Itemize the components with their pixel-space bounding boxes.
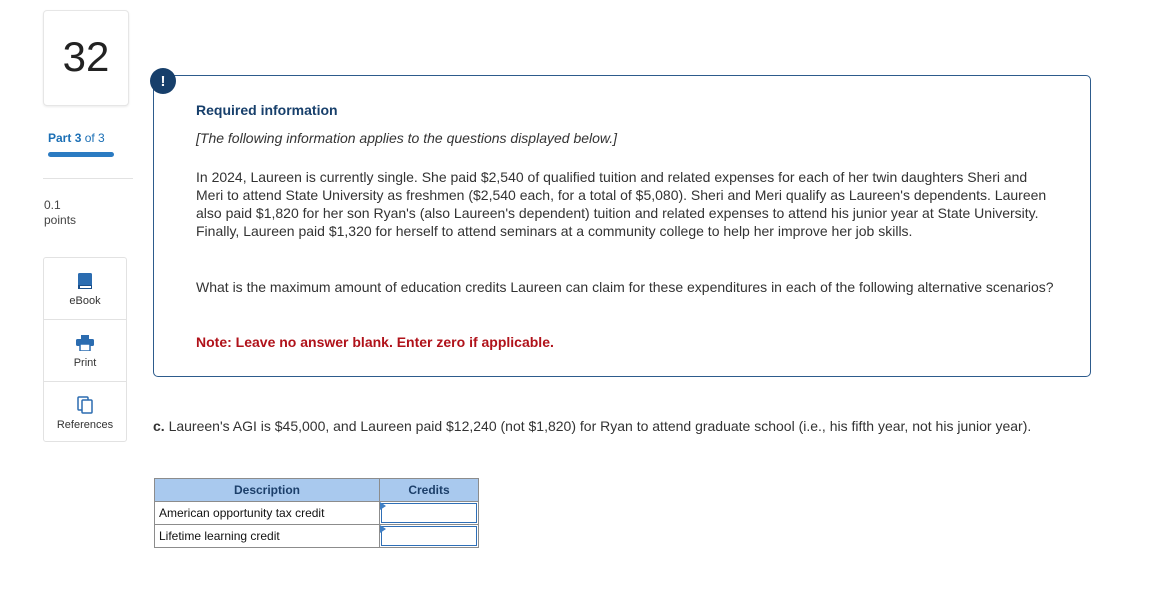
alert-icon: ! <box>150 68 176 94</box>
input-marker-icon <box>380 525 386 533</box>
part-current: 3 <box>74 131 82 145</box>
part-c-prompt: c. Laureen's AGI is $45,000, and Laureen… <box>153 417 1093 435</box>
part-c-text: Laureen's AGI is $45,000, and Laureen pa… <box>168 418 1032 434</box>
required-info-title: Required information <box>196 102 338 118</box>
question-text: What is the maximum amount of education … <box>196 279 1054 295</box>
required-info-subtitle: [The following information applies to th… <box>196 130 618 146</box>
credits-header: Credits <box>379 478 479 502</box>
description-cell: American opportunity tax credit <box>154 501 380 525</box>
question-number: 32 <box>62 33 110 80</box>
ebook-button[interactable]: eBook <box>44 258 126 320</box>
points-value: 0.1 <box>44 198 61 212</box>
table-row: Lifetime learning credit <box>154 524 479 548</box>
note-text: Note: Leave no answer blank. Enter zero … <box>196 334 554 350</box>
ebook-label: eBook <box>69 295 101 307</box>
required-information-box: Required information [The following info… <box>153 75 1091 377</box>
part-label-text: Part <box>48 131 72 145</box>
printer-icon <box>76 334 94 352</box>
part-progress-bar <box>48 152 114 157</box>
references-button[interactable]: References <box>44 382 126 443</box>
table-row: American opportunity tax credit <box>154 501 479 525</box>
input-marker-icon <box>380 502 386 510</box>
table-header-row: Description Credits <box>154 478 479 502</box>
book-icon <box>77 272 93 290</box>
references-label: References <box>56 419 114 431</box>
part-indicator: Part 3 of 3 <box>48 131 105 145</box>
points-label: points <box>44 213 77 227</box>
part-c-letter: c. <box>153 418 165 434</box>
question-number-card: 32 <box>43 10 129 106</box>
credit-input-field[interactable] <box>381 526 477 546</box>
credit-input-field[interactable] <box>381 503 477 523</box>
print-label: Print <box>73 357 97 369</box>
description-cell: Lifetime learning credit <box>154 524 380 548</box>
references-icon <box>77 396 93 414</box>
rail-divider <box>43 178 133 179</box>
part-of: of 3 <box>84 131 105 145</box>
tools-panel: eBook Print References <box>43 257 127 442</box>
print-button[interactable]: Print <box>44 320 126 382</box>
question-page: 32 Part 3 of 3 0.1 points eBook Print Re… <box>0 0 1175 596</box>
american-opportunity-credit-input[interactable] <box>379 501 479 525</box>
scenario-text: In 2024, Laureen is currently single. Sh… <box>196 169 1047 239</box>
credits-table: Description Credits American opportunity… <box>154 478 479 548</box>
lifetime-learning-credit-input[interactable] <box>379 524 479 548</box>
description-header: Description <box>154 478 380 502</box>
